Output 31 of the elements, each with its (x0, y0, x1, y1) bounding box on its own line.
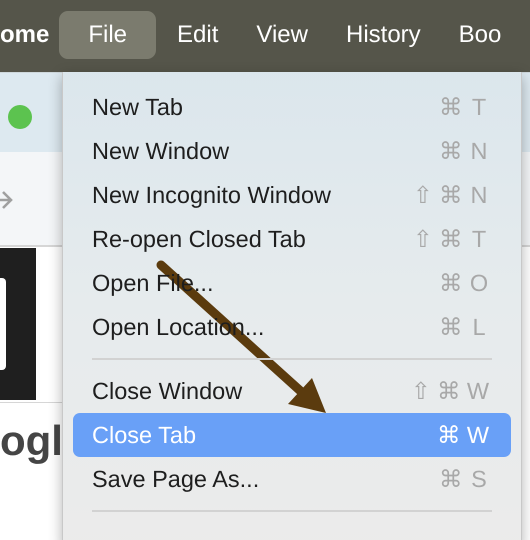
shortcut-key: ⌘ (436, 421, 461, 449)
window-zoom-button[interactable] (8, 105, 32, 129)
shortcut-key: ⌘ (439, 313, 463, 341)
menu-item[interactable]: New Tab ⌘ T (73, 85, 511, 129)
shortcut-key: W (466, 422, 489, 448)
shortcut-key: ⌘ (436, 377, 461, 405)
menu-item[interactable]: Save Page As... ⌘ S (73, 457, 511, 501)
menu-item[interactable]: Close Window ⇧ ⌘ W (73, 369, 511, 413)
shortcut-key: ⇧ (413, 181, 433, 209)
menu-item[interactable]: Re-open Closed Tab ⇧ ⌘ T (73, 217, 511, 261)
shortcut-key: S (469, 466, 489, 492)
shortcut-key: L (469, 314, 489, 340)
shortcut-key: N (469, 182, 489, 208)
shortcut-key: N (469, 138, 489, 164)
shortcut-key: ⇧ (413, 225, 433, 253)
menu-item[interactable]: New Window ⌘ N (73, 129, 511, 173)
shortcut-key: W (466, 378, 489, 404)
shortcut-key: ⌘ (439, 137, 463, 165)
shortcut-key: O (469, 270, 489, 296)
shortcut-key: ⌘ (439, 465, 463, 493)
menu-bar-item[interactable]: File (59, 11, 156, 59)
menu-item[interactable]: New Incognito Window ⇧ ⌘ N (73, 173, 511, 217)
shortcut-key: ⌘ (439, 269, 463, 297)
shortcut-key: ⌘ (439, 225, 463, 253)
shortcut-key: ⌘ (439, 181, 463, 209)
shortcut-key: ⇧ (410, 377, 431, 405)
page-heading: ogl (0, 417, 63, 465)
app-name-menu[interactable]: ome (0, 21, 50, 49)
shortcut-key: T (469, 226, 489, 252)
shortcut-key: ⌘ (439, 93, 463, 121)
shortcut-key: T (469, 94, 489, 120)
